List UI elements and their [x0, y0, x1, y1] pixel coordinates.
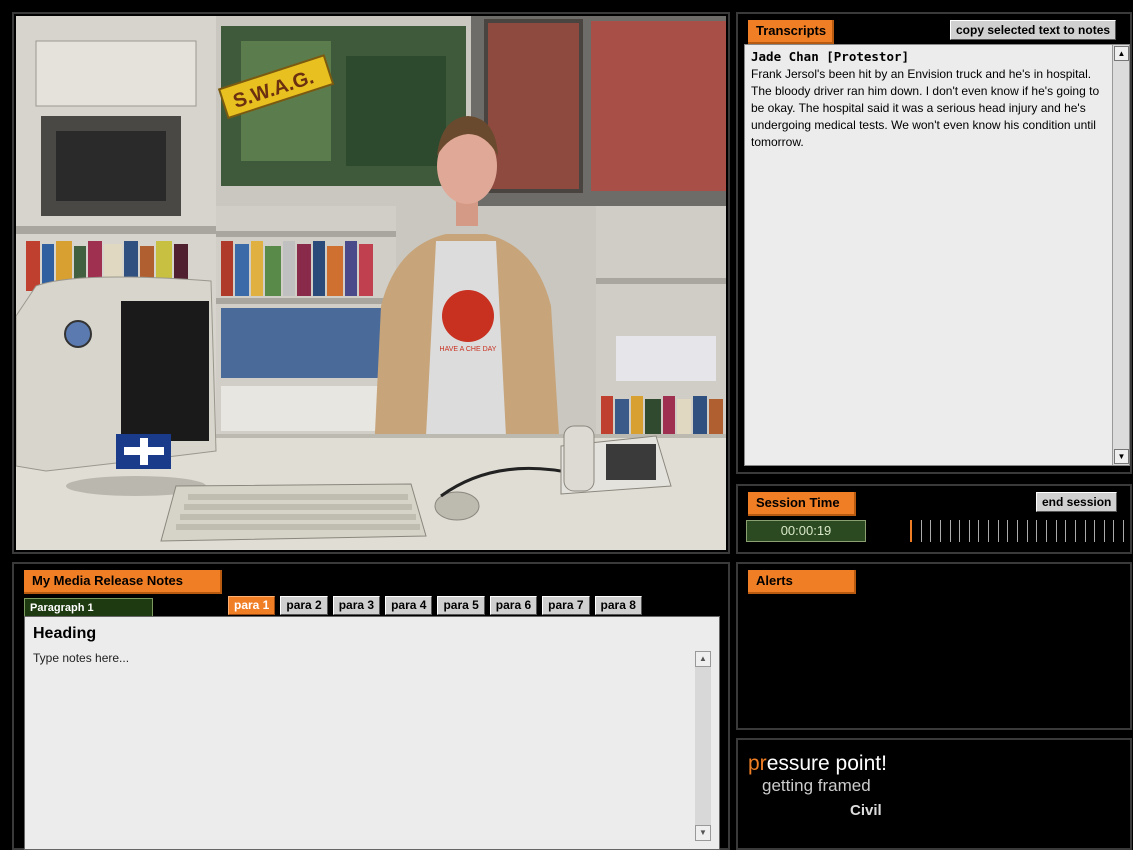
video-scene-image: S.W.A.G. HAVE A CHE DAY — [16, 16, 726, 550]
media-release-notes-panel: My Media Release Notes Paragraph 1 para … — [12, 562, 730, 850]
scroll-up-icon[interactable]: ▲ — [695, 651, 711, 667]
session-time-meter — [910, 520, 1125, 542]
scroll-down-icon[interactable]: ▼ — [1114, 449, 1129, 464]
para-button-3[interactable]: para 3 — [332, 596, 381, 615]
session-panel: Session Time end session 00:00:19 — [736, 484, 1132, 554]
transcripts-title: Transcripts — [748, 20, 834, 44]
transcripts-panel: Transcripts copy selected text to notes … — [736, 12, 1132, 474]
notes-input[interactable]: Type notes here... — [33, 651, 129, 665]
video-panel: S.W.A.G. HAVE A CHE DAY — [12, 12, 730, 554]
brand-name: essure point! — [766, 752, 887, 775]
para-button-7[interactable]: para 7 — [542, 596, 590, 615]
brand-panel: pressure point! getting framed Civil — [736, 738, 1132, 850]
shirt-text: HAVE A CHE DAY — [440, 346, 497, 353]
brand-level: Civil — [850, 802, 882, 819]
alerts-panel: Alerts — [736, 562, 1132, 730]
session-title: Session Time — [748, 492, 856, 516]
scroll-down-icon[interactable]: ▼ — [695, 825, 711, 841]
transcript-scrollbar[interactable]: ▲ ▼ — [1112, 45, 1129, 465]
para-button-8[interactable]: para 8 — [594, 596, 642, 615]
transcript-text[interactable]: Frank Jersol's been hit by an Envision t… — [751, 66, 1105, 151]
session-time: 00:00:19 — [746, 520, 866, 542]
brand-accent: pr — [748, 752, 767, 775]
scroll-up-icon[interactable]: ▲ — [1114, 46, 1129, 61]
notes-heading[interactable]: Heading — [33, 625, 96, 643]
notes-title: My Media Release Notes — [24, 570, 222, 594]
transcript-speaker: Jade Chan [Protestor] — [751, 49, 910, 64]
copy-to-notes-button[interactable]: copy selected text to notes — [950, 20, 1117, 40]
notes-editor[interactable]: Heading Type notes here... ▲ ▼ — [24, 616, 720, 850]
video-frame: S.W.A.G. HAVE A CHE DAY — [16, 16, 726, 550]
brand-tagline: getting framed — [762, 776, 871, 795]
para-button-5[interactable]: para 5 — [437, 596, 485, 615]
brand-logo-line1: pressure point! — [748, 752, 887, 776]
para-button-4[interactable]: para 4 — [385, 596, 433, 615]
para-buttons: para 1 para 2 para 3 para 4 para 5 para 6 para… — [228, 596, 642, 615]
para-button-6[interactable]: para 6 — [489, 596, 538, 615]
para-button-1[interactable]: para 1 — [228, 596, 276, 615]
transcript-body[interactable]: Jade Chan [Protestor] Frank Jersol's bee… — [744, 44, 1130, 466]
end-session-button[interactable]: end session — [1036, 492, 1118, 512]
paragraph-tab[interactable]: Paragraph 1 — [24, 598, 153, 617]
para-button-2[interactable]: para 2 — [280, 596, 328, 615]
notes-scrollbar[interactable]: ▲ ▼ — [695, 651, 711, 841]
alerts-title: Alerts — [748, 570, 856, 594]
